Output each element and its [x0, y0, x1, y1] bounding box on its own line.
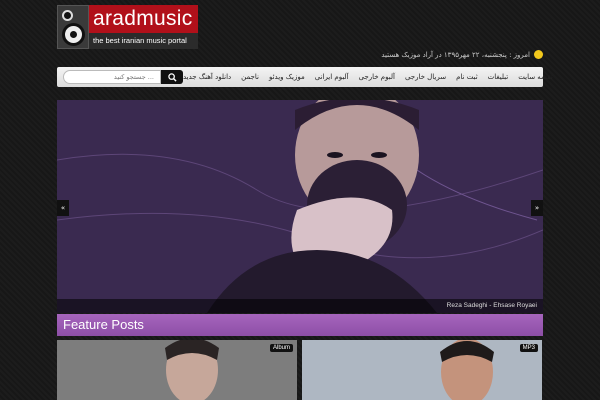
post-badge: MP3: [519, 344, 538, 352]
search-icon: [167, 72, 177, 82]
nav-item-forum[interactable]: ناجمن: [241, 73, 259, 81]
nav-item-register[interactable]: ثبت نام: [456, 73, 478, 81]
feature-posts-heading: Feature Posts: [57, 314, 543, 336]
search-button[interactable]: [161, 70, 183, 84]
featured-slider[interactable]: « » Reza Sadeghi - Ehsase Royaei: [57, 100, 543, 313]
post-thumbnail: [302, 340, 542, 400]
nav-item-sitemap[interactable]: نقشه سایت: [518, 73, 553, 81]
nav-item-new-songs[interactable]: دانلود آهنگ جدید: [183, 73, 231, 81]
nav-item-iranian-album[interactable]: آلبوم ایرانی: [315, 73, 349, 81]
search-input[interactable]: [63, 70, 161, 84]
feature-post-card[interactable]: MP3: [302, 340, 542, 400]
post-badge: Album: [269, 344, 293, 352]
nav-item-foreign-series[interactable]: سریال خارجی: [405, 73, 446, 81]
search-box: [63, 70, 183, 84]
nav-item-advertising[interactable]: تبلیغات: [488, 73, 509, 81]
speaker-icon: [57, 5, 89, 49]
date-text: امروز : پنجشنبه، ۲۲ مهر۱۳۹۵ در آراد موزی…: [381, 50, 530, 59]
feature-post-card[interactable]: Album: [57, 340, 297, 400]
smiley-icon: [534, 50, 543, 59]
slider-next-button[interactable]: »: [531, 200, 543, 216]
nav-item-foreign-album[interactable]: آلبوم خارجی: [359, 73, 395, 81]
slider-prev-button[interactable]: «: [57, 200, 69, 216]
artist-photo: [57, 100, 543, 313]
logo-name: aradmusic: [89, 5, 198, 33]
logo-tagline: the best iranian music portal: [89, 33, 198, 49]
nav-item-music-video[interactable]: موزیک ویدئو: [269, 73, 305, 81]
date-line: امروز : پنجشنبه، ۲۲ مهر۱۳۹۵ در آراد موزی…: [381, 50, 543, 59]
post-thumbnail: [57, 340, 297, 400]
site-logo[interactable]: aradmusic the best iranian music portal: [57, 5, 198, 49]
slide-caption[interactable]: Reza Sadeghi - Ehsase Royaei: [57, 299, 543, 313]
main-nav: دانلود آهنگ جدید ناجمن موزیک ویدئو آلبوم…: [57, 67, 553, 87]
